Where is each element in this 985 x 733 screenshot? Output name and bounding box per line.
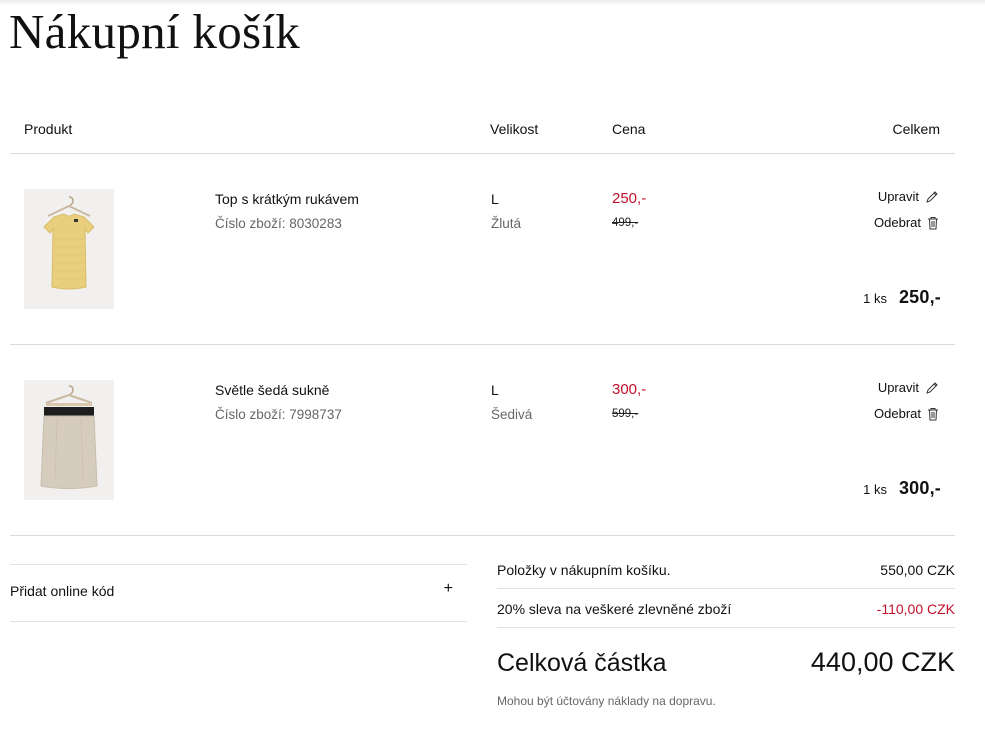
header-price: Cena	[612, 121, 646, 137]
remove-button[interactable]: Odebrat	[874, 406, 939, 421]
product-name[interactable]: Světle šedá sukně	[215, 382, 329, 398]
summary-items-value: 550,00 CZK	[880, 562, 955, 578]
header-product: Produkt	[24, 121, 73, 137]
remove-label: Odebrat	[874, 215, 921, 230]
order-summary: Položky v nákupním košíku. 550,00 CZK 20…	[497, 550, 955, 708]
product-price: 300,-	[612, 381, 647, 398]
pencil-icon	[925, 190, 939, 204]
cart-item-row: Světle šedá sukně Číslo zboží: 7998737 L…	[10, 345, 955, 536]
product-name[interactable]: Top s krátkým rukávem	[215, 191, 359, 207]
cart-table: Produkt Velikost Cena Celkem Top s krátk…	[10, 110, 955, 536]
cart-table-header: Produkt Velikost Cena Celkem	[10, 110, 955, 154]
promo-code-toggle[interactable]: Přidat online kód +	[10, 564, 467, 622]
promo-code-label: Přidat online kód	[10, 583, 115, 599]
plus-icon: +	[443, 580, 453, 597]
remove-button[interactable]: Odebrat	[874, 215, 939, 230]
summary-discount-row: 20% sleva na veškeré zlevněné zboží -110…	[497, 589, 955, 628]
remove-label: Odebrat	[874, 406, 921, 421]
product-color: Žlutá	[491, 216, 522, 231]
product-size: L	[491, 382, 499, 398]
summary-total-row: Celková částka 440,00 CZK	[497, 647, 955, 689]
quantity-line: 1 ks 300,-	[863, 478, 941, 499]
shipping-note: Mohou být účtovány náklady na dopravu.	[497, 694, 716, 708]
header-size: Velikost	[490, 121, 539, 137]
line-total: 300,-	[898, 478, 941, 498]
product-image-skirt[interactable]	[24, 380, 114, 500]
quantity: 1 ks	[863, 482, 887, 497]
product-old-price: 499,-	[612, 217, 639, 229]
product-article-number: Číslo zboží: 8030283	[215, 216, 342, 231]
summary-total-label: Celková částka	[497, 649, 667, 677]
trash-icon	[927, 407, 939, 421]
product-article-number: Číslo zboží: 7998737	[215, 407, 342, 422]
edit-button[interactable]: Upravit	[878, 380, 939, 395]
line-total: 250,-	[898, 287, 941, 307]
page-title: Nákupní košík	[9, 4, 301, 59]
edit-label: Upravit	[877, 189, 919, 204]
product-old-price: 599,-	[612, 408, 639, 420]
summary-items-label: Položky v nákupním košíku.	[497, 562, 671, 578]
quantity: 1 ks	[863, 291, 887, 306]
product-price: 250,-	[612, 190, 647, 207]
header-total: Celkem	[892, 121, 940, 137]
trash-icon	[927, 216, 939, 230]
edit-button[interactable]: Upravit	[878, 189, 939, 204]
edit-label: Upravit	[877, 380, 919, 395]
cart-item-row: Top s krátkým rukávem Číslo zboží: 80302…	[10, 154, 955, 345]
summary-total-value: 440,00 CZK	[810, 647, 955, 677]
product-color: Šedivá	[491, 407, 533, 422]
quantity-line: 1 ks 250,-	[863, 287, 941, 308]
pencil-icon	[925, 381, 939, 395]
product-image-top[interactable]	[24, 189, 114, 309]
summary-discount-label: 20% sleva na veškeré zlevněné zboží	[497, 601, 732, 617]
product-size: L	[491, 191, 499, 207]
summary-items-row: Položky v nákupním košíku. 550,00 CZK	[497, 550, 955, 589]
summary-discount-value: -110,00 CZK	[876, 601, 955, 617]
